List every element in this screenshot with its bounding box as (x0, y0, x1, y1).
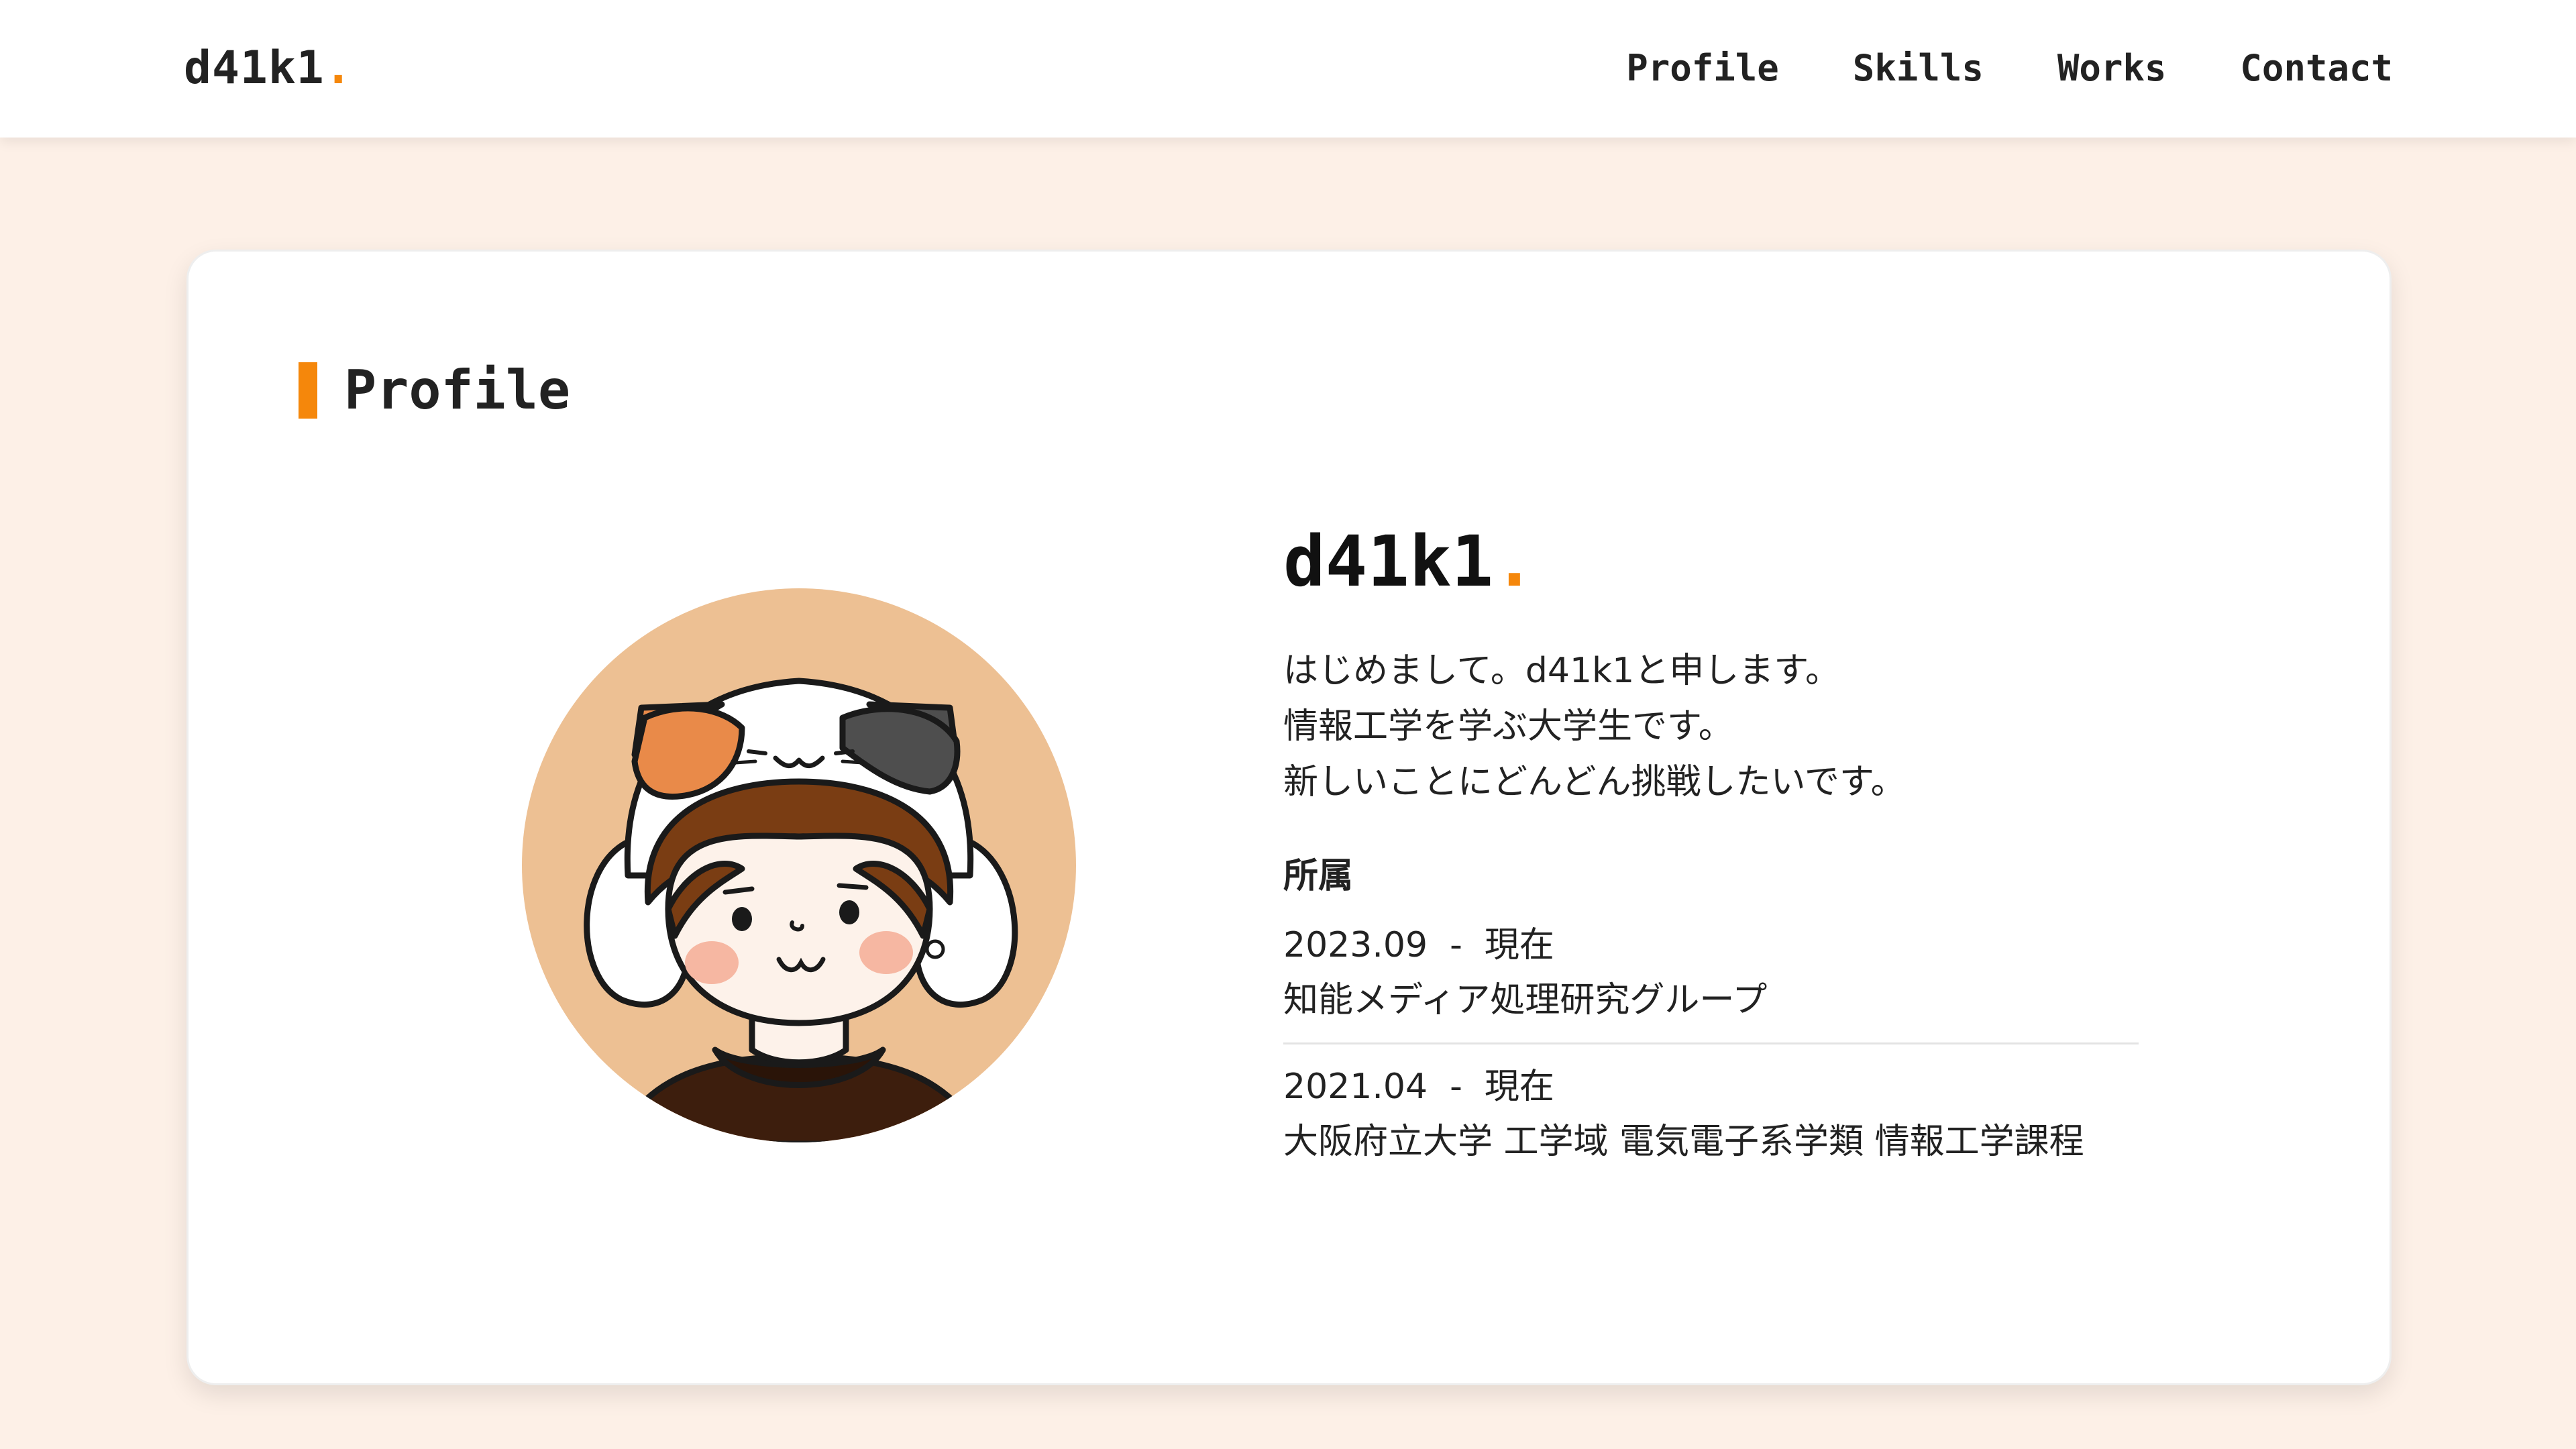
intro-line: はじめまして。d41k1と申します。 (1283, 651, 1841, 691)
affiliation-heading: 所属 (1283, 856, 1354, 896)
profile-info: d41k1. はじめまして。d41k1と申します。 情報工学を学ぶ大学生です。 … (1283, 527, 2142, 1184)
affiliation-org: 知能メディア処理研究グループ (1283, 980, 1768, 1020)
profile-name: d41k1. (1283, 527, 2142, 596)
nav-link-skills[interactable]: Skills (1853, 47, 1984, 89)
site-logo[interactable]: d41k1. (184, 42, 353, 95)
affiliation-period: 2021.04 - 現在 (1283, 1067, 1554, 1107)
affiliation-item: 2021.04 - 現在 大阪府立大学 工学域 電気電子系学類 情報工学課程 (1283, 1044, 2139, 1184)
profile-card: Profile d41k1. はじめまして。d41k1と申します。 情報工学を学… (186, 250, 2392, 1385)
cat-hat-avatar-icon (522, 588, 1076, 1142)
site-logo-text: d41k1 (184, 42, 325, 95)
avatar (521, 587, 1077, 1144)
intro-line: 情報工学を学ぶ大学生です。 (1283, 706, 1733, 747)
section-accent-bar (299, 362, 317, 419)
affiliation-period: 2023.09 - 現在 (1283, 925, 1554, 965)
profile-intro: はじめまして。d41k1と申します。 情報工学を学ぶ大学生です。 新しいことにど… (1283, 643, 2142, 810)
section-title: Profile (344, 359, 571, 421)
profile-name-text: d41k1 (1283, 521, 1494, 602)
intro-line: 新しいことにどんどん挑戦したいです。 (1283, 762, 1906, 802)
site-logo-dot: . (324, 42, 353, 95)
nav-links: Profile Skills Works Contact (1626, 47, 2393, 89)
nav-link-works[interactable]: Works (2057, 47, 2167, 89)
nav-link-profile[interactable]: Profile (1626, 47, 1779, 89)
section-heading: Profile (299, 359, 570, 421)
affiliation-item: 2023.09 - 現在 知能メディア処理研究グループ (1283, 903, 2139, 1044)
top-navbar: d41k1. Profile Skills Works Contact (0, 0, 2576, 138)
profile-name-dot: . (1493, 521, 1536, 602)
nav-link-contact[interactable]: Contact (2240, 47, 2393, 89)
affiliation-org: 大阪府立大学 工学域 電気電子系学類 情報工学課程 (1283, 1122, 2084, 1162)
